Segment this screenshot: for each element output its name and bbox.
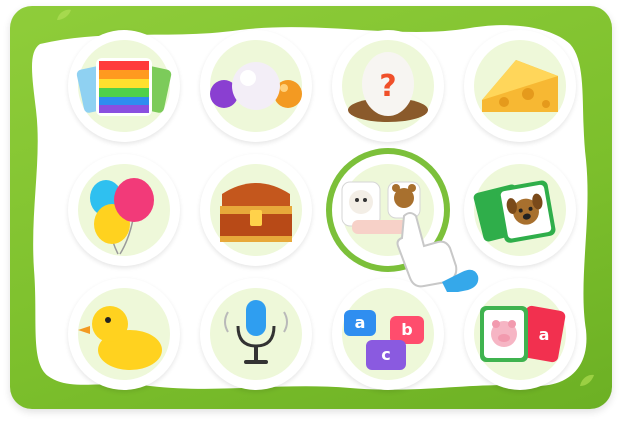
tile-rubber-duck[interactable] (68, 278, 180, 390)
cheese-icon (482, 60, 558, 112)
pig-letter-cards-icon: a (480, 305, 566, 363)
letter-a-card: a (539, 325, 550, 344)
rainbow-cards-icon (76, 58, 172, 116)
abc-blocks-icon: a b c (344, 310, 424, 370)
tile-mystery-egg[interactable]: ? (332, 30, 444, 142)
tile-rainbow-cards[interactable] (68, 30, 180, 142)
tile-treasure-chest[interactable] (200, 154, 312, 266)
tapping-hand-icon (396, 212, 479, 292)
question-mark-label: ? (379, 69, 396, 104)
rubber-duck-icon (78, 306, 162, 370)
tile-pig-letter-cards[interactable]: a (464, 278, 576, 390)
tile-cheese[interactable] (464, 30, 576, 142)
tile-color-balls[interactable] (200, 30, 312, 142)
color-balls-icon (210, 62, 302, 110)
letter-c: c (381, 345, 390, 364)
letter-b: b (401, 320, 412, 339)
mystery-egg-icon: ? (348, 52, 428, 122)
microphone-icon (224, 300, 288, 364)
letter-a: a (355, 313, 366, 332)
game-menu-stage: ? a b c a (0, 0, 621, 421)
tile-microphone[interactable] (200, 278, 312, 390)
tile-balloons[interactable] (68, 154, 180, 266)
treasure-chest-icon (220, 183, 292, 242)
tile-abc-blocks[interactable]: a b c (332, 278, 444, 390)
balloons-icon (90, 178, 154, 255)
